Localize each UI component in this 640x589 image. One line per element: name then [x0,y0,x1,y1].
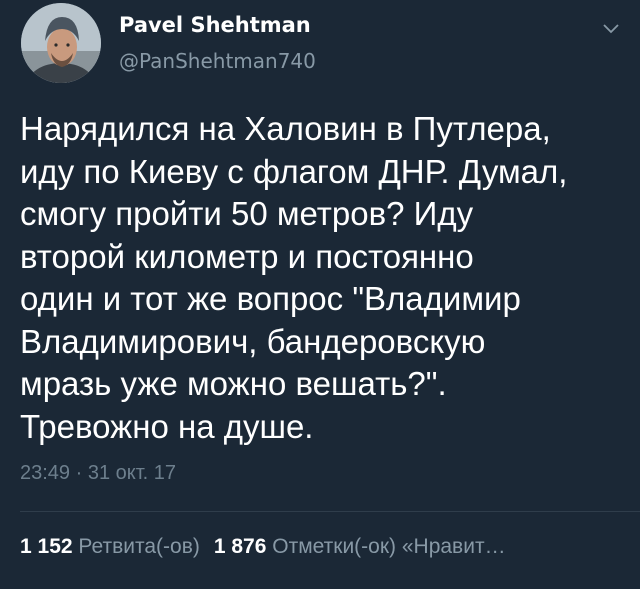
retweets-stat[interactable]: 1 152 Ретвита(-ов) [20,535,200,558]
tweet-text-line: смогу пройти 50 метров? Иду [20,195,474,232]
divider [20,511,640,512]
author-info: Pavel Shehtman @PanShehtman740 [119,12,316,74]
author-avatar[interactable] [21,3,101,83]
tweet-timestamp[interactable]: 23:49 · 31 окт. 17 [20,460,176,486]
tweet-stats: 1 152 Ретвита(-ов) 1 876 Отметки(-ок) «Нр… [20,533,520,561]
retweets-count: 1 152 [20,535,73,558]
author-handle[interactable]: @PanShehtman740 [119,48,316,74]
tweet-text-line: Нарядился на Халовин в Путлера, [20,110,551,147]
chevron-down-icon[interactable] [602,22,620,36]
tweet-text-line: Тревожно на душе. [20,407,314,445]
likes-stat[interactable]: 1 876 Отметки(-ок) «Нравит… [214,535,506,558]
user-photo-avatar [21,3,101,83]
tweet-text-line: мразь уже можно вешать?". [20,365,447,402]
tweet-card: Pavel Shehtman @PanShehtman740 Нарядился… [0,0,640,589]
likes-count: 1 876 [213,535,267,558]
tweet-text: Нарядился на Халовин в Путлера, иду по К… [20,108,630,448]
tweet-text-line: иду по Киеву с флагом ДНР. Думал, [20,152,568,190]
tweet-text-line: один и тот же вопрос "Владимир [20,280,521,317]
author-display-name[interactable]: Pavel Shehtman [119,12,316,38]
retweets-label: Ретвита(-ов) [78,535,200,558]
likes-label: Отметки(-ок) «Нравит… [272,535,506,558]
tweet-text-line: Владимирович, бандеровскую [20,322,486,360]
tweet-text-line: второй километр и постоянно [20,237,474,275]
